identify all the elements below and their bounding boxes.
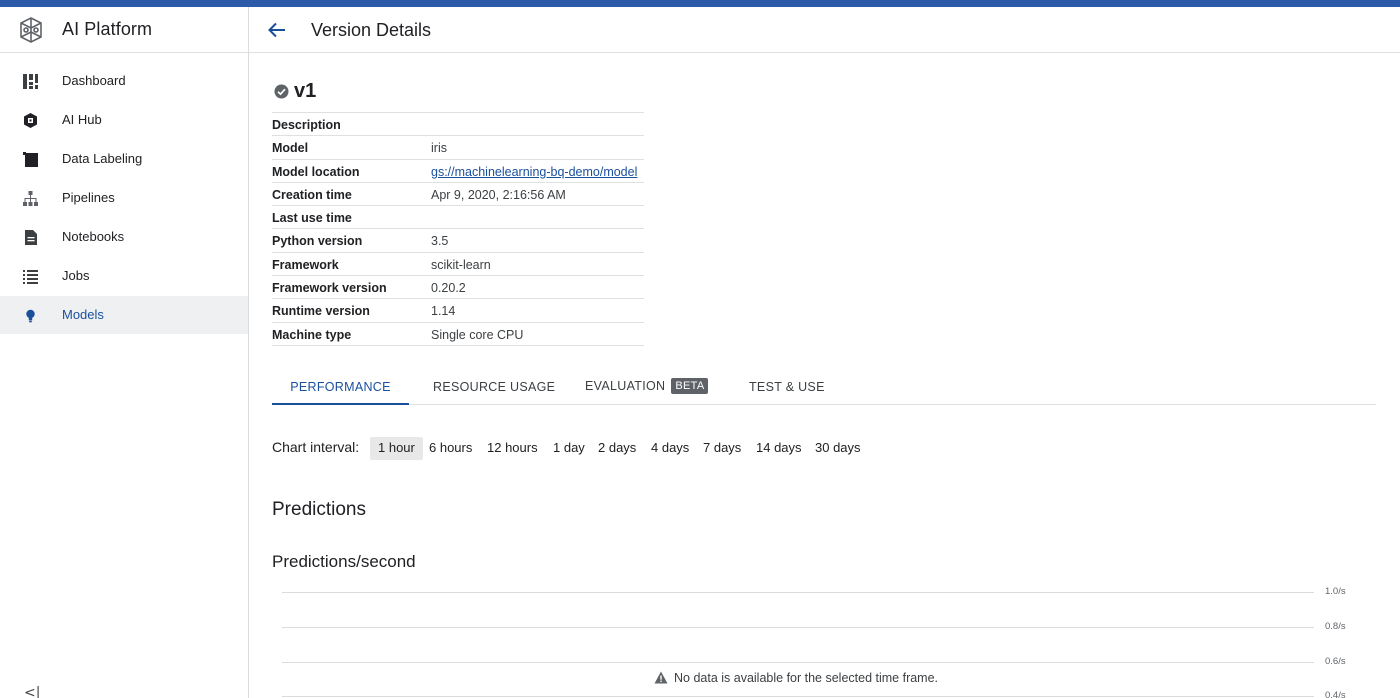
app-title: AI Platform bbox=[62, 19, 153, 39]
detail-row-model: Model iris bbox=[272, 136, 644, 160]
interval-option-6-hours[interactable]: 6 hours bbox=[421, 437, 480, 460]
predictions-chart: 1.0/s 0.8/s 0.6/s 0.4/s No data is avail… bbox=[282, 583, 1382, 698]
sidebar-item-data-labeling[interactable]: Data Labeling bbox=[0, 140, 248, 178]
brand-header: AI Platform bbox=[0, 7, 248, 53]
sidebar-item-dashboard[interactable]: Dashboard bbox=[0, 62, 248, 100]
detail-value: iris bbox=[431, 141, 447, 156]
pipelines-icon bbox=[23, 191, 38, 206]
interval-option-14-days[interactable]: 14 days bbox=[748, 437, 810, 460]
notebook-icon bbox=[25, 230, 37, 245]
chart-gridline bbox=[282, 662, 1314, 663]
arrow-back-icon[interactable] bbox=[266, 19, 288, 41]
tab-test-and-use[interactable]: TEST & USE bbox=[749, 370, 825, 405]
detail-key: Creation time bbox=[272, 187, 352, 202]
interval-option-1-hour[interactable]: 1 hour bbox=[370, 437, 423, 460]
chart-gridline bbox=[282, 592, 1314, 593]
detail-key: Description bbox=[272, 118, 341, 132]
sidebar-item-pipelines[interactable]: Pipelines bbox=[0, 179, 248, 217]
sidebar-item-label: AI Hub bbox=[62, 112, 102, 127]
detail-row-model-location: Model location gs://machinelearning-bq-d… bbox=[272, 160, 644, 183]
detail-row-description: Description bbox=[272, 113, 644, 137]
detail-value: Single core CPU bbox=[431, 327, 524, 342]
lightbulb-icon bbox=[26, 309, 35, 323]
y-tick-label: 0.8/s bbox=[1325, 621, 1346, 632]
dashboard-icon bbox=[23, 74, 38, 89]
detail-key: Framework bbox=[272, 257, 339, 272]
detail-row-framework: Framework scikit-learn bbox=[272, 253, 644, 277]
sidebar-item-models[interactable]: Models bbox=[0, 296, 248, 334]
sidebar-item-label: Notebooks bbox=[62, 229, 125, 244]
check-circle-icon bbox=[274, 84, 289, 99]
details-table: Description Model iris Model location gs… bbox=[272, 112, 644, 346]
model-location-link[interactable]: gs://machinelearning-bq-demo/model bbox=[431, 165, 637, 179]
tab-label: TEST & USE bbox=[749, 380, 825, 394]
detail-key: Model bbox=[272, 141, 309, 156]
detail-row-creation-time: Creation time Apr 9, 2020, 2:16:56 AM bbox=[272, 183, 644, 207]
detail-value: Apr 9, 2020, 2:16:56 AM bbox=[431, 187, 566, 202]
detail-value: scikit-learn bbox=[431, 257, 491, 272]
data-labeling-icon bbox=[23, 152, 38, 167]
sidebar: AI Platform Dashboard AI Hub Data Labeli… bbox=[0, 7, 249, 698]
detail-key: Last use time bbox=[272, 211, 352, 226]
sidebar-item-label: Pipelines bbox=[62, 190, 115, 205]
sidebar-item-jobs[interactable]: Jobs bbox=[0, 257, 248, 295]
tab-label: RESOURCE USAGE bbox=[433, 380, 556, 394]
tab-resource-usage[interactable]: RESOURCE USAGE bbox=[433, 370, 555, 405]
sidebar-item-notebooks[interactable]: Notebooks bbox=[0, 218, 248, 256]
tab-bar: PERFORMANCE RESOURCE USAGE EVALUATION BET… bbox=[272, 370, 1376, 405]
interval-option-7-days[interactable]: 7 days bbox=[695, 437, 749, 460]
sidebar-item-label: Dashboard bbox=[62, 73, 126, 88]
chart-gridline bbox=[282, 627, 1314, 628]
detail-key: Machine type bbox=[272, 327, 352, 342]
chart-interval-label: Chart interval: bbox=[272, 439, 360, 455]
brain-icon bbox=[20, 17, 42, 43]
y-tick-label: 1.0/s bbox=[1325, 586, 1346, 597]
version-name: v1 bbox=[294, 80, 317, 102]
detail-key: Runtime version bbox=[272, 304, 370, 319]
detail-value: 3.5 bbox=[431, 234, 449, 249]
interval-option-2-days[interactable]: 2 days bbox=[590, 437, 644, 460]
detail-key: Model location bbox=[272, 164, 360, 179]
beta-badge: BETA bbox=[671, 378, 709, 394]
page-title: Version Details bbox=[311, 20, 432, 40]
detail-value: 0.20.2 bbox=[431, 281, 466, 296]
predictions-section-title: Predictions bbox=[272, 499, 366, 520]
detail-key: Python version bbox=[272, 234, 363, 249]
detail-value: 1.14 bbox=[431, 304, 456, 319]
detail-row-framework-version: Framework version 0.20.2 bbox=[272, 276, 644, 300]
no-data-text: No data is available for the selected ti… bbox=[674, 671, 939, 685]
detail-row-runtime-version: Runtime version 1.14 bbox=[272, 299, 644, 323]
sidebar-item-label: Models bbox=[62, 307, 104, 322]
warning-icon bbox=[654, 671, 668, 684]
tab-label: EVALUATION bbox=[585, 379, 666, 393]
no-data-message: No data is available for the selected ti… bbox=[654, 671, 938, 685]
page-header: Version Details bbox=[249, 7, 1400, 53]
tab-evaluation[interactable]: EVALUATION BETA bbox=[585, 370, 709, 405]
interval-option-4-days[interactable]: 4 days bbox=[643, 437, 697, 460]
detail-row-machine-type: Machine type Single core CPU bbox=[272, 323, 644, 346]
interval-option-30-days[interactable]: 30 days bbox=[807, 437, 869, 460]
sidebar-item-ai-hub[interactable]: AI Hub bbox=[0, 101, 248, 139]
interval-option-12-hours[interactable]: 12 hours bbox=[479, 437, 546, 460]
list-icon bbox=[23, 270, 38, 284]
predictions-chart-title: Predictions/second bbox=[272, 552, 416, 571]
detail-row-last-use-time: Last use time bbox=[272, 206, 644, 230]
collapse-sidebar-button[interactable]: <| bbox=[24, 685, 40, 698]
sidebar-item-label: Data Labeling bbox=[62, 151, 143, 166]
detail-key: Framework version bbox=[272, 281, 387, 296]
y-tick-label: 0.4/s bbox=[1325, 690, 1346, 698]
ai-hub-icon bbox=[24, 113, 37, 128]
top-accent-bar bbox=[0, 0, 1400, 7]
chart-gridline bbox=[282, 696, 1314, 697]
detail-row-python-version: Python version 3.5 bbox=[272, 229, 644, 253]
interval-option-1-day[interactable]: 1 day bbox=[545, 437, 593, 460]
sidebar-item-label: Jobs bbox=[62, 268, 90, 283]
tab-label: PERFORMANCE bbox=[290, 380, 391, 394]
y-tick-label: 0.6/s bbox=[1325, 656, 1346, 667]
tab-performance[interactable]: PERFORMANCE bbox=[272, 370, 409, 405]
